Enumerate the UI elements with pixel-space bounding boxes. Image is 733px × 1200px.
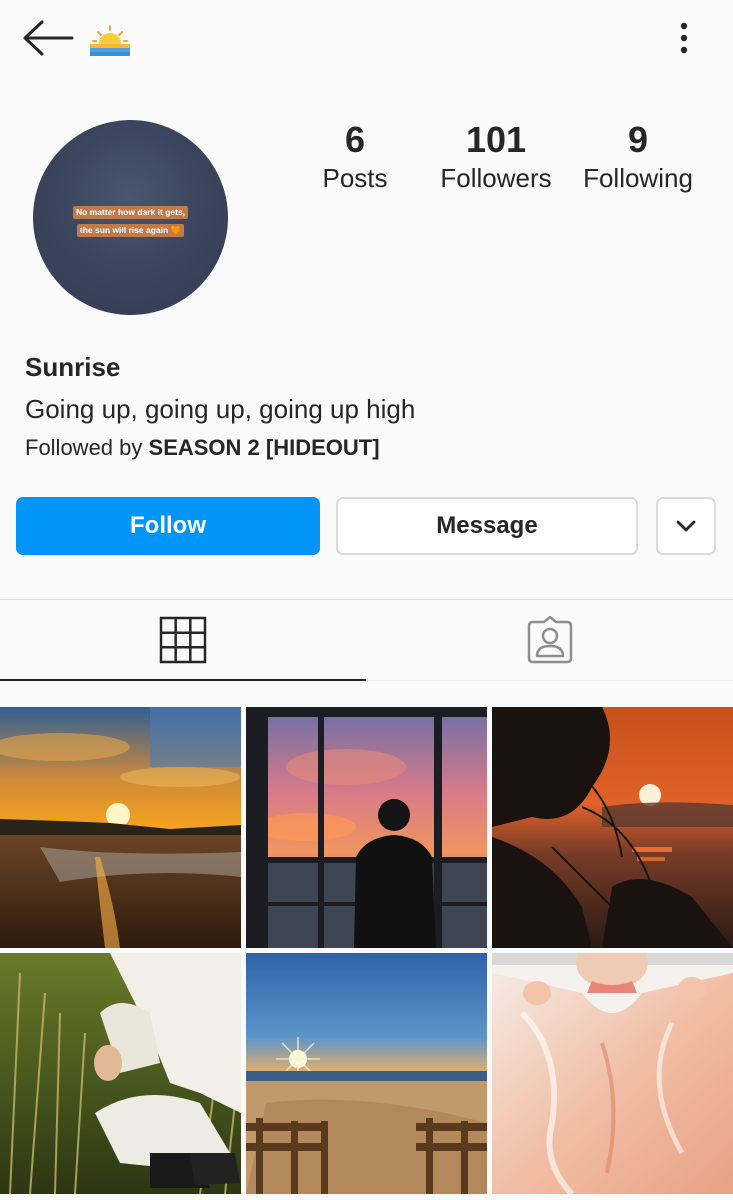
tab-grid[interactable] — [0, 600, 366, 680]
stat-posts[interactable]: 6 Posts — [305, 118, 405, 194]
following-count: 9 — [627, 119, 649, 160]
silhouette-window-photo — [246, 707, 487, 948]
follow-button[interactable]: Follow — [16, 497, 320, 555]
followed-by-name: SEASON 2 [HIDEOUT] — [148, 435, 380, 460]
active-tab-indicator — [0, 679, 366, 681]
tab-tagged[interactable] — [366, 600, 733, 680]
post-thumbnail[interactable] — [0, 953, 241, 1194]
follow-button-label: Follow — [130, 512, 206, 539]
avatar-quote-line2: the sun will rise again 🧡 — [76, 224, 185, 237]
followed-by-prefix: Followed by — [25, 435, 149, 460]
suggested-dropdown-button[interactable] — [656, 497, 716, 555]
stat-followers[interactable]: 101 Followers — [426, 118, 566, 194]
white-outfit-grass-photo — [0, 953, 241, 1194]
more-options-button[interactable] — [664, 16, 704, 60]
followed-by[interactable]: Followed by SEASON 2 [HIDEOUT] — [25, 435, 380, 461]
avatar-quote-line1: No matter how dark it gets, — [72, 206, 189, 219]
profile-name: Sunrise — [25, 352, 121, 382]
sunset-tree-photo — [492, 707, 733, 948]
back-arrow-icon — [23, 20, 74, 56]
message-button-label: Message — [436, 512, 538, 539]
chevron-down-icon — [676, 520, 696, 532]
plastic-wrap-photo — [492, 953, 733, 1194]
followers-count: 101 — [465, 119, 527, 160]
more-vertical-icon — [680, 22, 688, 54]
message-button[interactable]: Message — [336, 497, 638, 555]
post-thumbnail[interactable] — [492, 953, 733, 1194]
stat-following[interactable]: 9 Following — [572, 118, 704, 194]
profile-avatar[interactable]: No matter how dark it gets, the sun will… — [33, 120, 228, 315]
posts-count: 6 — [344, 119, 366, 160]
profile-bio: Going up, going up, going up high — [25, 394, 416, 424]
followers-label: Followers — [440, 163, 552, 193]
tagged-person-icon — [527, 616, 572, 664]
back-button[interactable] — [20, 16, 76, 60]
following-label: Following — [583, 163, 693, 193]
avatar-quote: No matter how dark it gets, the sun will… — [33, 202, 228, 238]
posts-label: Posts — [322, 163, 388, 193]
grid-icon — [159, 616, 207, 664]
post-thumbnail[interactable] — [246, 707, 487, 948]
tab-divider — [366, 680, 733, 681]
sunrise-boardwalk-photo — [246, 953, 487, 1194]
post-thumbnail[interactable] — [246, 953, 487, 1194]
post-thumbnail[interactable] — [0, 707, 241, 948]
sunrise-emoji-icon — [88, 16, 132, 60]
sunset-beach-photo — [0, 707, 241, 948]
post-thumbnail[interactable] — [492, 707, 733, 948]
